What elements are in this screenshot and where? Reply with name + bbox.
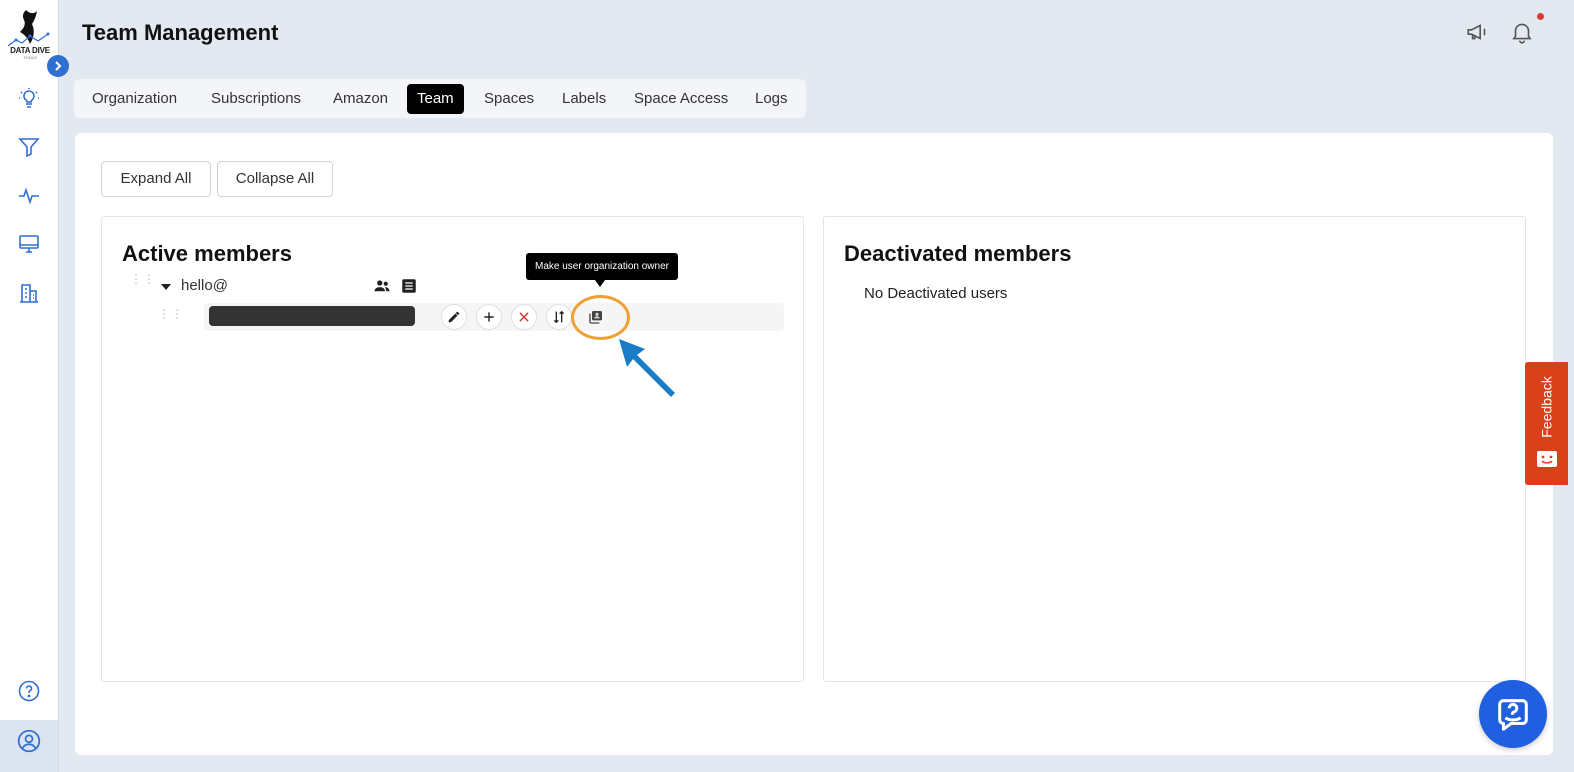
page-title: Team Management — [82, 20, 279, 45]
sidebar-item-filter[interactable] — [16, 134, 42, 160]
main-content: Expand All Collapse All Active members ⋮… — [75, 133, 1553, 755]
member-row: ⋮⋮ hello@ — [130, 273, 790, 301]
deactivated-empty-text: No Deactivated users — [864, 285, 1008, 302]
settings-tabs: Organization Subscriptions Amazon Team S… — [74, 79, 806, 118]
account-icon-wrap — [16, 728, 42, 754]
sidebar: DATA DIVE TOOLS — [0, 0, 59, 772]
smiley-chat-icon — [1537, 451, 1557, 467]
pencil-icon — [448, 311, 460, 323]
pointer-arrow-icon — [619, 339, 675, 397]
people-icon — [374, 280, 390, 292]
feedback-label: Feedback — [1538, 376, 1555, 438]
help-chat-button[interactable] — [1479, 680, 1547, 748]
document-list-icon — [402, 279, 416, 293]
swap-vertical-icon — [553, 310, 565, 324]
details-icon[interactable] — [399, 276, 419, 296]
collapse-caret-icon[interactable] — [161, 284, 171, 290]
plus-icon — [484, 312, 494, 322]
tab-amazon[interactable]: Amazon — [323, 84, 398, 114]
expand-all-button[interactable]: Expand All — [101, 161, 211, 197]
tab-subscriptions[interactable]: Subscriptions — [201, 84, 311, 114]
feedback-label-wrap: Feedback — [1525, 362, 1568, 452]
monitor-icon — [19, 235, 39, 253]
notification-dot — [1537, 13, 1544, 20]
add-button[interactable] — [476, 304, 502, 330]
pulse-icon — [19, 187, 39, 205]
sidebar-item-help[interactable] — [16, 678, 42, 704]
tab-logs[interactable]: Logs — [745, 84, 798, 114]
drag-handle-icon[interactable]: ⋮⋮ — [130, 273, 156, 285]
building-icon — [20, 284, 38, 303]
lightbulb-icon — [19, 88, 39, 108]
deactivated-members-title: Deactivated members — [844, 241, 1072, 266]
funnel-icon — [18, 138, 40, 158]
tab-labels[interactable]: Labels — [552, 84, 616, 114]
deactivated-members-panel: Deactivated members No Deactivated users — [823, 216, 1526, 682]
announcements-button[interactable] — [1464, 18, 1492, 46]
logo-fish-icon — [7, 10, 50, 47]
sidebar-item-account[interactable] — [0, 720, 58, 772]
chevron-right-icon — [55, 61, 62, 71]
sidebar-item-monitor[interactable] — [16, 231, 42, 257]
make-owner-tooltip: Make user organization owner — [526, 253, 678, 287]
active-members-title: Active members — [122, 241, 292, 266]
member-name: hello@ — [181, 277, 228, 294]
highlight-ring — [571, 295, 630, 340]
tab-space-access[interactable]: Space Access — [624, 84, 738, 114]
sidebar-item-organization[interactable] — [16, 280, 42, 306]
tab-team[interactable]: Team — [407, 84, 464, 114]
chat-question-icon — [1498, 699, 1528, 731]
notifications-button[interactable] — [1508, 18, 1536, 46]
tab-spaces[interactable]: Spaces — [474, 84, 544, 114]
user-circle-icon — [17, 729, 41, 753]
megaphone-icon — [1467, 24, 1486, 40]
move-button[interactable] — [546, 304, 572, 330]
sub-member-row — [204, 303, 784, 331]
expand-sidebar-button[interactable] — [47, 55, 69, 77]
bell-icon — [1512, 23, 1532, 44]
sidebar-item-activity[interactable] — [16, 183, 42, 209]
team-members-icon[interactable] — [372, 276, 392, 296]
sub-drag-handle-icon[interactable]: ⋮⋮ — [158, 308, 184, 320]
collapse-all-button[interactable]: Collapse All — [217, 161, 333, 197]
logo-text: DATA DIVE — [10, 46, 50, 55]
help-circle-icon — [18, 680, 40, 702]
feedback-tab[interactable]: Feedback — [1525, 362, 1568, 485]
close-icon — [519, 312, 529, 322]
remove-button[interactable] — [511, 304, 537, 330]
edit-button[interactable] — [441, 304, 467, 330]
active-members-panel: Active members ⋮⋮ hello@ ⋮⋮ — [101, 216, 804, 682]
tab-organization[interactable]: Organization — [82, 84, 187, 114]
sidebar-item-ideas[interactable] — [16, 86, 42, 112]
redacted-email — [209, 306, 415, 326]
app-logo[interactable]: DATA DIVE TOOLS — [4, 8, 52, 60]
